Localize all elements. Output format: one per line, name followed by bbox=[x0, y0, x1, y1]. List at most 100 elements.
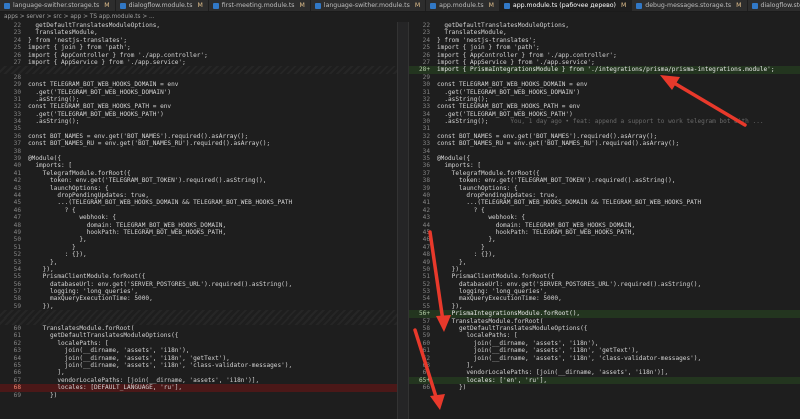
code-line[interactable]: 57 TranslatesModule.forRoot( bbox=[409, 318, 800, 325]
code-line[interactable]: 38 token: env.get('TELEGRAM_BOT_TOKEN').… bbox=[409, 177, 800, 184]
code-line[interactable]: 37 const BOT_NAMES_RU = env.get('BOT_NAME… bbox=[0, 140, 397, 147]
code-line[interactable]: 30 .asString(); You, 1 day ago • feat: a… bbox=[409, 118, 800, 125]
code-line[interactable]: 52 databaseUrl: env.get('SERVER_POSTGRES… bbox=[409, 281, 800, 288]
code-line[interactable]: 67 vendorLocalePaths: [join(__dirname, '… bbox=[0, 377, 397, 384]
code-line[interactable]: 24} from 'nestjs-translates'; bbox=[0, 37, 397, 44]
code-line[interactable]: 27 import { AppService } from './app.serv… bbox=[409, 59, 800, 66]
code-line[interactable]: 45 hookPath: TELEGRAM_BOT_WEB_HOOKS_PATH… bbox=[409, 229, 800, 236]
code-line[interactable]: 50 }), bbox=[409, 266, 800, 273]
code-line[interactable]: 30 const TELEGRAM_BOT_WEB_HOOKS_DOMAIN = … bbox=[409, 81, 800, 88]
code-line[interactable]: 46 ? { bbox=[0, 207, 397, 214]
code-line[interactable]: 55 }), bbox=[409, 303, 800, 310]
code-line[interactable]: 38 bbox=[0, 148, 397, 155]
code-line[interactable]: 35 bbox=[0, 125, 397, 132]
code-line[interactable]: 23 TranslatesModule, bbox=[409, 29, 800, 36]
code-line[interactable]: 57 logging: 'long_queries', bbox=[0, 288, 397, 295]
code-line[interactable]: 39 @Module({ bbox=[0, 155, 397, 162]
code-line[interactable]: 43 launchOptions: { bbox=[0, 185, 397, 192]
code-line[interactable]: 47 webhook: { bbox=[0, 214, 397, 221]
code-line[interactable]: 49 hookPath: TELEGRAM_BOT_WEB_HOOKS_PATH… bbox=[0, 229, 397, 236]
code-line[interactable]: 64 join(__dirname, 'assets', 'i18n', 'ge… bbox=[0, 355, 397, 362]
code-line[interactable]: 61 join(__dirname, 'assets', 'i18n', 'ge… bbox=[409, 347, 800, 354]
code-line[interactable]: 65 join(__dirname, 'assets', 'i18n', 'cl… bbox=[0, 362, 397, 369]
code-line[interactable]: 50 }, bbox=[0, 236, 397, 243]
tab-1[interactable]: dialogflow.module.ts M bbox=[115, 0, 209, 11]
code-line[interactable]: 51 PrismaClientModule.forRoot({ bbox=[409, 273, 800, 280]
code-line[interactable]: 34 .get('TELEGRAM_BOT_WEB_HOOKS_PATH') bbox=[409, 111, 800, 118]
code-line[interactable]: 41 TelegrafModule.forRoot({ bbox=[0, 170, 397, 177]
code-line[interactable]: 52 : {}), bbox=[0, 251, 397, 258]
code-line[interactable]: 29 const TELEGRAM_BOT_WEB_HOOKS_DOMAIN = … bbox=[0, 81, 397, 88]
code-line[interactable]: 26 import { AppController } from './app.c… bbox=[0, 52, 397, 59]
added-line[interactable]: 56+ PrismaIntegrationsModule.forRoot(), bbox=[409, 310, 800, 318]
code-line[interactable]: 44 dropPendingUpdates: true, bbox=[0, 192, 397, 199]
code-line[interactable]: 62 localePaths: [ bbox=[0, 340, 397, 347]
code-line[interactable]: 53 logging: 'long_queries', bbox=[409, 288, 800, 295]
code-line[interactable]: 35 @Module({ bbox=[409, 155, 800, 162]
code-line[interactable]: 63 ], bbox=[409, 362, 800, 369]
code-line[interactable]: 25 import { join } from 'path'; bbox=[409, 44, 800, 51]
code-line[interactable]: 42 ? { bbox=[409, 207, 800, 214]
tab-0[interactable]: language-swither.storage.ts M bbox=[0, 0, 116, 11]
code-line[interactable]: 49 }, bbox=[409, 259, 800, 266]
tab-3[interactable]: language-swither.module.ts M bbox=[310, 0, 427, 11]
code-line[interactable]: 31 .get('TELEGRAM_BOT_WEB_HOOKS_DOMAIN') bbox=[409, 89, 800, 96]
code-line[interactable]: 22 getDefaultTranslatesModuleOptions, bbox=[0, 22, 397, 29]
code-line[interactable]: 22 getDefaultTranslatesModuleOptions, bbox=[409, 22, 800, 29]
tab-2[interactable]: first-meeting.module.ts M bbox=[208, 0, 311, 11]
code-line[interactable]: 45 ...(TELEGRAM_BOT_WEB_HOOKS_DOMAIN && … bbox=[0, 199, 397, 206]
code-line[interactable]: 43 webhook: { bbox=[409, 214, 800, 221]
code-line[interactable]: 46 }, bbox=[409, 236, 800, 243]
added-line[interactable]: 65+ locales: ['en', 'ru'], bbox=[409, 376, 800, 385]
code-line[interactable]: 59 localePaths: [ bbox=[409, 332, 800, 339]
code-line[interactable]: 26 import { AppController } from './app.c… bbox=[409, 52, 800, 59]
code-line[interactable]: 55 PrismaClientModule.forRoot({ bbox=[0, 273, 397, 280]
diff-overview-ruler[interactable] bbox=[397, 22, 409, 419]
diff-gap[interactable] bbox=[0, 310, 397, 318]
code-line[interactable]: 54 }), bbox=[0, 266, 397, 273]
code-line[interactable]: 24} from 'nestjs-translates'; bbox=[409, 37, 800, 44]
code-line[interactable]: 34 bbox=[409, 148, 800, 155]
code-line[interactable]: 32 .asString(); bbox=[409, 96, 800, 103]
code-line[interactable]: 58 maxQueryExecutionTime: 5000, bbox=[0, 295, 397, 302]
code-line[interactable]: 66 }) bbox=[409, 384, 800, 391]
code-line[interactable]: 32 const BOT_NAMES = env.get('BOT_NAMES')… bbox=[409, 133, 800, 140]
tab-7[interactable]: dialogflow.storage.tsM bbox=[747, 0, 800, 11]
code-line[interactable]: 60 TranslatesModule.forRoot( bbox=[0, 325, 397, 332]
code-line[interactable]: 28 bbox=[0, 74, 397, 81]
code-line[interactable]: 32 const TELEGRAM_BOT_WEB_HOOKS_PATH = en… bbox=[0, 103, 397, 110]
code-line[interactable]: 33 const TELEGRAM_BOT_WEB_HOOKS_PATH = en… bbox=[409, 103, 800, 110]
tab-4[interactable]: app.module.ts M bbox=[426, 0, 500, 11]
code-line[interactable]: 61 getDefaultTranslatesModuleOptions({ bbox=[0, 332, 397, 339]
diff-pane-modified[interactable]: 22 getDefaultTranslatesModuleOptions, 23 … bbox=[409, 22, 800, 419]
diff-pane-original[interactable]: 22 getDefaultTranslatesModuleOptions, 23 … bbox=[0, 22, 397, 419]
code-line[interactable]: 59 }), bbox=[0, 303, 397, 310]
code-line[interactable]: 53 }, bbox=[0, 259, 397, 266]
code-line[interactable]: 47 } bbox=[409, 244, 800, 251]
code-line[interactable]: 51 } bbox=[0, 244, 397, 251]
code-line[interactable]: 29 bbox=[409, 74, 800, 81]
code-line[interactable]: 30 .get('TELEGRAM_BOT_WEB_HOOKS_DOMAIN') bbox=[0, 89, 397, 96]
removed-line[interactable]: 68 locales: [DEFAULT_LANGUAGE, 'ru'], bbox=[0, 384, 397, 392]
code-line[interactable]: 60 join(__dirname, 'assets', 'i18n'), bbox=[409, 340, 800, 347]
code-line[interactable]: 27 import { AppService } from './app.serv… bbox=[0, 59, 397, 66]
tab-5[interactable]: app.module.ts (рабочее дерево) M bbox=[499, 0, 633, 11]
diff-gap[interactable] bbox=[0, 317, 397, 326]
code-line[interactable]: 48 domain: TELEGRAM_BOT_WEB_HOOKS_DOMAIN… bbox=[0, 222, 397, 229]
code-line[interactable]: 36 const BOT_NAMES = env.get('BOT_NAMES')… bbox=[0, 133, 397, 140]
code-line[interactable]: 48 : {}), bbox=[409, 251, 800, 258]
code-line[interactable]: 42 token: env.get('TELEGRAM_BOT_TOKEN').… bbox=[0, 177, 397, 184]
code-line[interactable]: 62 join(__dirname, 'assets', 'i18n', 'cl… bbox=[409, 355, 800, 362]
code-line[interactable]: 40 imports: [ bbox=[0, 162, 397, 169]
breadcrumb[interactable]: apps > server > src > app > TS app.modul… bbox=[0, 12, 800, 22]
code-line[interactable]: 34 .asString(); bbox=[0, 118, 397, 125]
code-line[interactable]: 44 domain: TELEGRAM_BOT_WEB_HOOKS_DOMAIN… bbox=[409, 222, 800, 229]
code-line[interactable]: 36 imports: [ bbox=[409, 162, 800, 169]
code-line[interactable]: 66 ], bbox=[0, 369, 397, 376]
added-line[interactable]: 28+ import { PrismaIntegrationsModule } f… bbox=[409, 66, 800, 74]
code-line[interactable]: 64 vendorLocalePaths: [join(__dirname, '… bbox=[409, 369, 800, 376]
code-line[interactable]: 33 const BOT_NAMES_RU = env.get('BOT_NAME… bbox=[409, 140, 800, 147]
code-line[interactable]: 41 ...(TELEGRAM_BOT_WEB_HOOKS_DOMAIN && … bbox=[409, 199, 800, 206]
code-line[interactable]: 31 bbox=[409, 125, 800, 132]
code-line[interactable]: 69 }) bbox=[0, 392, 397, 399]
